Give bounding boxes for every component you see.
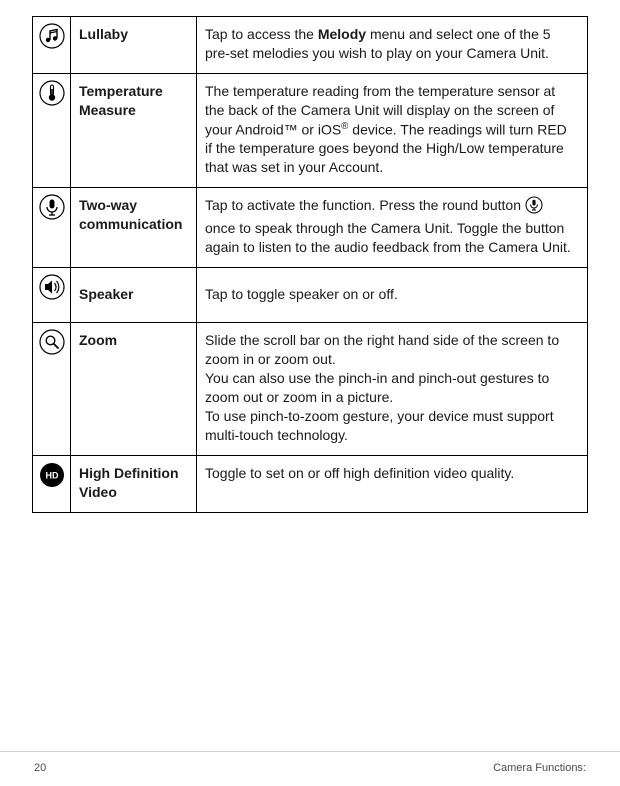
feature-description: Tap to activate the function. Press the …	[197, 187, 588, 267]
feature-description: Slide the scroll bar on the right hand s…	[197, 323, 588, 455]
feature-description: The temperature reading from the tempera…	[197, 73, 588, 187]
feature-description: Tap to access the Melody menu and select…	[197, 17, 588, 74]
magnifier-icon	[39, 342, 65, 358]
feature-label: Lullaby	[79, 26, 128, 42]
feature-label: Speaker	[79, 286, 133, 302]
feature-description: Toggle to set on or off high definition …	[197, 455, 588, 512]
thermometer-icon	[39, 93, 65, 109]
feature-label: Temperature Measure	[79, 83, 163, 118]
hd-icon	[39, 475, 65, 491]
microphone-button-icon	[525, 196, 543, 219]
feature-label: Two-way communication	[79, 197, 182, 232]
speaker-icon	[39, 287, 65, 303]
features-table: Lullaby Tap to access the Melody menu an…	[32, 16, 588, 513]
feature-description: Tap to toggle speaker on or off.	[197, 267, 588, 323]
table-row: Zoom Slide the scroll bar on the right h…	[33, 323, 588, 455]
table-row: Lullaby Tap to access the Melody menu an…	[33, 17, 588, 74]
table-row: Two-way communication Tap to activate th…	[33, 187, 588, 267]
music-note-icon	[39, 36, 65, 52]
page-number: 20	[34, 762, 46, 774]
microphone-icon	[39, 207, 65, 223]
table-row: High Definition Video Toggle to set on o…	[33, 455, 588, 512]
footer-section: Camera Functions:	[493, 762, 586, 774]
feature-label: Zoom	[79, 332, 117, 348]
feature-label: High Definition Video	[79, 465, 179, 500]
table-row: Temperature Measure The temperature read…	[33, 73, 588, 187]
page-footer: 20 Camera Functions:	[0, 751, 620, 786]
table-row: Speaker Tap to toggle speaker on or off.	[33, 267, 588, 323]
